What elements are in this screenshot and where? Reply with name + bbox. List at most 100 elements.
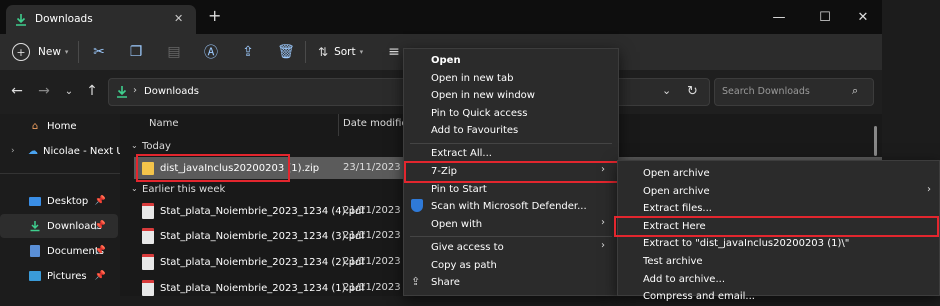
search-box[interactable]: Search Downloads ⌕ bbox=[714, 78, 874, 106]
sidebar-item-documents[interactable]: Documents 📌 bbox=[0, 239, 118, 263]
sort-button[interactable]: ⇅ Sort ▾ bbox=[318, 40, 370, 64]
sidebar-item-label: Home bbox=[47, 120, 77, 132]
title-bar: Downloads ✕ + — ☐ ✕ bbox=[0, 0, 882, 34]
chevron-down-icon: ▾ bbox=[64, 48, 69, 56]
menu-divider bbox=[410, 143, 612, 144]
new-button[interactable]: + New ▾ bbox=[12, 40, 70, 64]
sort-label: Sort bbox=[334, 46, 356, 58]
group-header-today[interactable]: Today bbox=[142, 141, 171, 152]
pin-icon: 📌 bbox=[94, 246, 106, 256]
cut-icon[interactable]: ✂ bbox=[89, 42, 109, 62]
sidebar-item-label: Nicolae - Next U bbox=[43, 145, 124, 157]
delete-icon[interactable]: 🗑 bbox=[276, 42, 296, 62]
submenu-item-add-to-archive[interactable]: Add to archive... bbox=[618, 271, 939, 289]
documents-icon bbox=[28, 245, 42, 257]
sidebar-item-onedrive[interactable]: › ☁ Nicolae - Next U bbox=[0, 139, 124, 163]
close-window-button[interactable]: ✕ bbox=[840, 0, 886, 34]
sidebar-item-pictures[interactable]: Pictures 📌 bbox=[0, 264, 118, 288]
recent-locations-icon[interactable]: ⌄ bbox=[58, 80, 80, 102]
view-icon[interactable]: ≡ bbox=[384, 42, 404, 62]
sidebar-item-label: Pictures bbox=[47, 270, 87, 282]
share-icon[interactable]: ⇪ bbox=[238, 42, 258, 62]
cloud-icon: ☁ bbox=[28, 145, 38, 157]
navigation-pane: ⌂ Home › ☁ Nicolae - Next U Desktop 📌 Do… bbox=[0, 114, 124, 296]
download-icon bbox=[117, 86, 127, 98]
file-name: Stat_plata_Noiembrie_2023_1234 (4).pdf bbox=[160, 205, 365, 217]
menu-item-open[interactable]: Open bbox=[404, 52, 618, 70]
file-name: Stat_plata_Noiembrie_2023_1234 (2).pdf bbox=[160, 256, 365, 268]
menu-item-pin-start[interactable]: Pin to Start bbox=[404, 181, 618, 199]
submenu-arrow-icon: › bbox=[927, 184, 931, 195]
pdf-file-icon bbox=[142, 280, 154, 296]
menu-item-copy-path[interactable]: Copy as path bbox=[404, 257, 618, 275]
chevron-down-icon: ▾ bbox=[359, 48, 364, 56]
submenu-item-open-archive-2[interactable]: Open archive bbox=[618, 183, 939, 201]
download-icon bbox=[16, 14, 26, 26]
breadcrumb-downloads[interactable]: Downloads bbox=[144, 86, 199, 97]
submenu-item-extract-to[interactable]: Extract to "dist_javaInclus20200203 (1)\… bbox=[618, 235, 939, 253]
close-tab-icon[interactable]: ✕ bbox=[174, 12, 183, 25]
menu-divider bbox=[410, 236, 612, 237]
tab-downloads[interactable]: Downloads ✕ bbox=[6, 5, 196, 34]
highlight-box bbox=[404, 161, 620, 183]
search-placeholder: Search Downloads bbox=[722, 86, 810, 97]
menu-item-open-with[interactable]: Open with bbox=[404, 216, 618, 234]
plus-icon: + bbox=[12, 43, 30, 61]
tab-title: Downloads bbox=[35, 13, 93, 25]
pin-icon: 📌 bbox=[94, 271, 106, 281]
menu-item-extract-all[interactable]: Extract All... bbox=[404, 145, 618, 163]
up-arrow-icon[interactable]: ↑ bbox=[81, 80, 103, 102]
menu-item-share[interactable]: Share bbox=[404, 274, 618, 292]
submenu-arrow-icon: › bbox=[601, 240, 605, 251]
highlight-box bbox=[614, 216, 939, 237]
paste-icon[interactable]: ▤ bbox=[164, 42, 184, 62]
context-menu: Open Open in new tab Open in new window … bbox=[403, 48, 620, 296]
collapse-chevron-icon[interactable]: ⌄ bbox=[131, 141, 138, 150]
rename-icon[interactable]: Ⓐ bbox=[201, 42, 221, 62]
submenu-item-test-archive[interactable]: Test archive bbox=[618, 253, 939, 271]
scrollbar-thumb[interactable] bbox=[874, 126, 877, 156]
desktop-icon bbox=[28, 195, 42, 207]
submenu-item-extract-files[interactable]: Extract files... bbox=[618, 200, 939, 218]
home-icon: ⌂ bbox=[31, 120, 39, 132]
minimize-button[interactable]: — bbox=[756, 0, 802, 34]
group-header-earlier-this-week[interactable]: Earlier this week bbox=[142, 184, 225, 195]
file-name: Stat_plata_Noiembrie_2023_1234 (3).pdf bbox=[160, 230, 365, 242]
back-arrow-icon[interactable]: ← bbox=[6, 80, 28, 102]
menu-item-open-new-window[interactable]: Open in new window bbox=[404, 87, 618, 105]
refresh-icon[interactable]: ↻ bbox=[687, 84, 698, 99]
sidebar-item-downloads[interactable]: Downloads 📌 bbox=[0, 214, 118, 238]
new-tab-button[interactable]: + bbox=[208, 6, 221, 25]
pdf-file-icon bbox=[142, 254, 154, 270]
sidebar-item-home[interactable]: ⌂ Home bbox=[0, 114, 118, 138]
pin-icon: 📌 bbox=[94, 221, 106, 231]
menu-item-pin-quick-access[interactable]: Pin to Quick access bbox=[404, 105, 618, 123]
forward-arrow-icon[interactable]: → bbox=[33, 80, 55, 102]
menu-item-open-new-tab[interactable]: Open in new tab bbox=[404, 70, 618, 88]
sidebar-item-label: Downloads bbox=[47, 220, 102, 232]
submenu-item-compress-email[interactable]: Compress and email... bbox=[618, 288, 939, 306]
pdf-file-icon bbox=[142, 228, 154, 244]
pin-icon: 📌 bbox=[94, 196, 106, 206]
submenu-arrow-icon: › bbox=[601, 217, 605, 228]
menu-item-give-access[interactable]: Give access to bbox=[404, 239, 618, 257]
submenu-item-open-archive[interactable]: Open archive bbox=[618, 165, 939, 183]
search-icon: ⌕ bbox=[852, 84, 859, 97]
divider bbox=[0, 173, 120, 174]
expand-chevron-icon[interactable]: › bbox=[11, 146, 15, 156]
collapse-chevron-icon[interactable]: ⌄ bbox=[131, 184, 138, 193]
highlight-box bbox=[136, 154, 290, 182]
menu-item-add-favourites[interactable]: Add to Favourites bbox=[404, 122, 618, 140]
new-label: New bbox=[38, 46, 61, 58]
column-header-name[interactable]: Name bbox=[149, 118, 179, 129]
sidebar-item-desktop[interactable]: Desktop 📌 bbox=[0, 189, 118, 213]
divider bbox=[78, 41, 79, 63]
sidebar-item-label: Desktop bbox=[47, 195, 89, 207]
copy-icon[interactable]: ❐ bbox=[126, 42, 146, 62]
menu-item-scan-defender[interactable]: Scan with Microsoft Defender... bbox=[404, 198, 618, 216]
sort-icon: ⇅ bbox=[318, 45, 329, 59]
file-name: Stat_plata_Noiembrie_2023_1234 (1).pdf bbox=[160, 282, 365, 294]
divider bbox=[305, 41, 306, 63]
column-divider[interactable] bbox=[338, 114, 339, 136]
address-dropdown-icon[interactable]: ⌄ bbox=[662, 84, 671, 97]
